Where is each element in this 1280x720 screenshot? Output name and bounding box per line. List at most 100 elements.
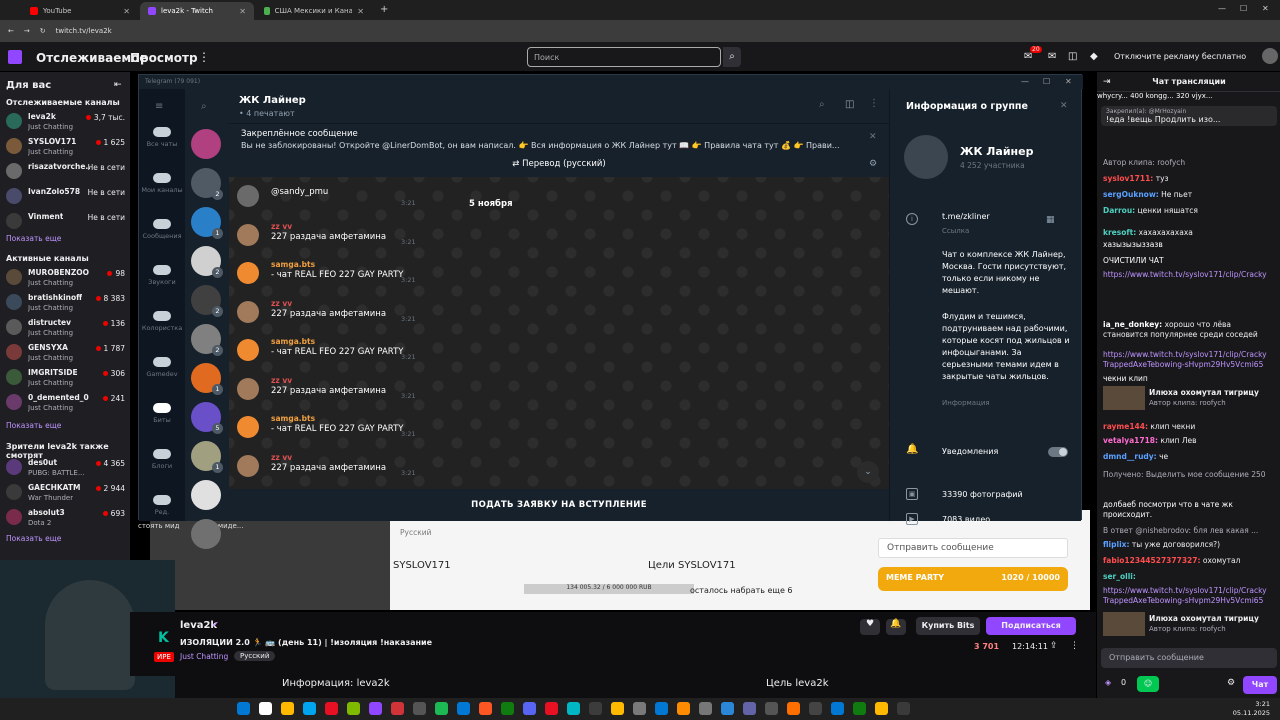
chat-username[interactable]: fliplix: <box>1103 540 1129 549</box>
folder-item[interactable]: Мои каналы <box>139 173 185 194</box>
chat-avatar[interactable]: 2 <box>191 168 223 200</box>
clip-card[interactable]: Илюха охомутал тигрицу Автор клипа: roof… <box>1103 386 1277 410</box>
sidebar-channel[interactable]: distructev Just Chatting 136 <box>6 316 128 340</box>
chat-username[interactable]: ser_olli: <box>1103 572 1136 581</box>
close-window-icon[interactable]: ✕ <box>1065 77 1072 86</box>
chat-line[interactable]: fliplix: ты уже договорился?) <box>1103 540 1277 550</box>
taskbar-app-icon[interactable] <box>721 702 734 715</box>
chat-message[interactable]: samga.bts - чат REAL FEO 227 GAY PARTY 3:2… <box>237 335 537 365</box>
show-more-link[interactable]: Показать еще <box>6 421 61 430</box>
taskbar-app-icon[interactable] <box>875 702 888 715</box>
taskbar-app-icon[interactable] <box>259 702 272 715</box>
channel-logo-icon[interactable]: K <box>158 630 169 646</box>
more-icon[interactable]: ⋮ <box>869 98 879 109</box>
chat-line[interactable]: kresoft: хахахахахаха <box>1103 228 1277 238</box>
sidebar-channel[interactable]: GENSYXA Just Chatting 1 787 <box>6 341 128 365</box>
search-icon[interactable]: ⌕ <box>201 101 207 112</box>
sidebar-channel[interactable]: leva2k Just Chatting 3,7 тыс. <box>6 110 128 134</box>
sidebar-channel[interactable]: risazatvorche... Не в сети <box>6 160 128 184</box>
taskbar-app-icon[interactable] <box>325 702 338 715</box>
maximize-icon[interactable]: ☐ <box>1043 77 1050 86</box>
nav-browse[interactable]: Просмотр <box>130 51 198 65</box>
close-icon[interactable]: ✕ <box>869 132 877 142</box>
taskbar-app-icon[interactable] <box>765 702 778 715</box>
conversation-header[interactable]: ЖК Лайнер • 4 печатают ⌕ ◫ ⋮ <box>229 89 889 123</box>
subscribe-button[interactable]: Подписаться <box>986 617 1076 635</box>
scroll-down-icon[interactable]: ⌄ <box>857 461 879 483</box>
taskbar-app-icon[interactable] <box>281 702 294 715</box>
chat-message[interactable]: samga.bts - чат REAL FEO 227 GAY PARTY 3:2… <box>237 258 537 288</box>
translate-bar[interactable]: ⇄ Перевод (русский) ⚙ <box>229 153 889 177</box>
maximize-icon[interactable]: ☐ <box>1240 4 1247 13</box>
chat-line[interactable]: Получено: Выделить мое сообщение 250 <box>1103 470 1277 480</box>
photos-count[interactable]: 33390 фотографий <box>942 489 1070 501</box>
chat-line[interactable]: хазызызыззазв <box>1103 240 1277 250</box>
folder-item[interactable]: Сообщения <box>139 219 185 240</box>
ad-free-link[interactable]: Отключите рекламу бесплатно <box>1114 52 1246 61</box>
chat-line[interactable]: rayme144: клип чекни <box>1103 422 1277 432</box>
settings-icon[interactable]: ⚙ <box>1227 678 1235 688</box>
chat-line[interactable]: ia_ne_donkey: хорошо что лёва становится… <box>1103 320 1277 340</box>
folder-item[interactable]: Все чаты <box>139 127 185 148</box>
chat-line[interactable]: vetalya1718: клип Лев <box>1103 436 1277 446</box>
chat-line[interactable]: ser_olli: <box>1103 572 1277 582</box>
chat-line[interactable]: sergOuknow: Не пьет <box>1103 190 1277 200</box>
folder-item[interactable]: Колористка <box>139 311 185 332</box>
folder-item[interactable]: Блоги <box>139 449 185 470</box>
sidebar-channel[interactable]: IMGRITSIDE Just Chatting 306 <box>6 366 128 390</box>
taskbar-app-icon[interactable] <box>699 702 712 715</box>
system-clock[interactable]: 3:21 05.11.2025 <box>1233 700 1270 718</box>
clip-card[interactable]: Илюха охомутал тигрицу Автор клипа: roof… <box>1103 612 1277 636</box>
chat-line[interactable]: долбаеб посмотри что в чате жк происходи… <box>1103 500 1277 520</box>
tab-twitch[interactable]: leva2k - Twitch ✕ <box>140 2 254 20</box>
close-icon[interactable]: ✕ <box>1060 101 1068 111</box>
taskbar-app-icon[interactable] <box>369 702 382 715</box>
chat-avatar[interactable]: 2 <box>191 285 223 317</box>
chat-avatar[interactable] <box>191 519 221 549</box>
chat-line[interactable]: fabio12344527377327: охомутал <box>1103 556 1277 566</box>
videos-count[interactable]: 7083 видео <box>942 514 1070 526</box>
sidebar-channel[interactable]: GAECHKATM War Thunder 2 944 <box>6 481 128 505</box>
taskbar-app-icon[interactable] <box>435 702 448 715</box>
buy-bits-button[interactable]: Купить Bits <box>916 617 980 635</box>
taskbar-app-icon[interactable] <box>523 702 536 715</box>
folder-item[interactable]: Биты <box>139 403 185 424</box>
taskbar-app-icon[interactable] <box>545 702 558 715</box>
heart-icon[interactable]: ♥ <box>860 619 880 635</box>
taskbar-app-icon[interactable] <box>347 702 360 715</box>
chat-avatar[interactable]: 1 <box>191 441 223 473</box>
sidebar-channel[interactable]: SYSLOV171 Just Chatting 1 625 <box>6 135 128 159</box>
chat-line[interactable]: Darrou: ценки няшатся <box>1103 206 1277 216</box>
channel-points-icon[interactable]: ◈ <box>1105 678 1111 687</box>
folder-item[interactable]: Ред. <box>139 495 185 516</box>
sidebar-toggle-icon[interactable]: ◫ <box>845 99 854 110</box>
chat-avatar[interactable] <box>191 480 221 510</box>
chat-message[interactable]: zz vv 227 раздача амфетамина 3:21 <box>237 451 537 481</box>
bell-icon[interactable]: 🔔 <box>886 619 906 635</box>
show-more-link[interactable]: Показать еще <box>6 534 61 543</box>
chat-avatar[interactable] <box>191 129 221 159</box>
crown-icon[interactable]: ◆ <box>1090 51 1098 62</box>
taskbar-app-icon[interactable] <box>743 702 756 715</box>
folder-item[interactable]: Звукоги <box>139 265 185 286</box>
chat-username[interactable]: rayme144: <box>1103 422 1148 431</box>
more-icon[interactable]: ⋮ <box>198 50 210 64</box>
collapse-icon[interactable]: ⇤ <box>114 80 122 90</box>
search-icon[interactable]: ⌕ <box>819 99 825 110</box>
sidebar-channel[interactable]: Vinment Не в сети <box>6 210 128 234</box>
chat-username[interactable]: fabio12344527377327: <box>1103 556 1200 565</box>
chat-line[interactable]: чекни клип <box>1103 374 1277 384</box>
chat-username[interactable]: syslov1711: <box>1103 174 1153 183</box>
chat-line[interactable]: syslov1711: туз <box>1103 174 1277 184</box>
taskbar-app-icon[interactable] <box>567 702 580 715</box>
more-icon[interactable]: ⋮ <box>1070 641 1079 651</box>
chat-username[interactable]: dmnd__rudy: <box>1103 452 1157 461</box>
folder-item[interactable]: Gamedev <box>139 357 185 378</box>
pinned-chat-message[interactable]: Закрепил(а): @MrHozyain !еда !вещь Продл… <box>1101 106 1277 126</box>
chat-username[interactable]: Darrou: <box>1103 206 1135 215</box>
chat-line[interactable]: https://www.twitch.tv/syslov171/clip/Cra… <box>1103 270 1277 280</box>
settings-icon[interactable]: ⚙ <box>869 159 877 169</box>
sidebar-channel[interactable]: 0_demented_0 Just Chatting 241 <box>6 391 128 415</box>
chat-message[interactable]: zz vv 227 раздача амфетамина 3:21 <box>237 374 537 404</box>
close-icon[interactable]: ✕ <box>123 7 130 16</box>
